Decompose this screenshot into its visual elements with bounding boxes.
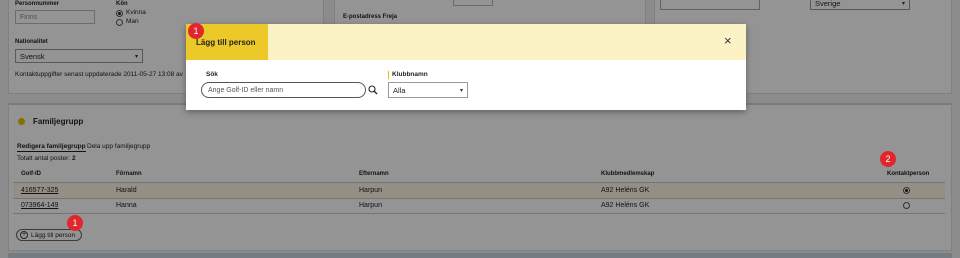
club-label: Klubbnamn bbox=[392, 71, 428, 78]
club-value: Alla bbox=[393, 86, 406, 95]
modal-header: Lägg till person × bbox=[186, 24, 746, 60]
search-input[interactable]: Ange Golf-ID eller namn bbox=[201, 82, 366, 98]
chevron-down-icon: ▾ bbox=[459, 88, 463, 94]
step-badge: 1 bbox=[67, 215, 83, 231]
step-badge: 2 bbox=[880, 151, 896, 167]
close-icon[interactable]: × bbox=[724, 33, 732, 48]
search-icon bbox=[368, 85, 378, 95]
search-label: Sök bbox=[206, 71, 218, 78]
filter-divider bbox=[388, 71, 389, 79]
modal-title: Lägg till person bbox=[196, 38, 256, 47]
club-select[interactable]: Alla ▾ bbox=[388, 82, 468, 98]
add-person-modal: Lägg till person × Sök Ange Golf-ID elle… bbox=[186, 24, 746, 110]
step-badge: 1 bbox=[188, 23, 204, 39]
